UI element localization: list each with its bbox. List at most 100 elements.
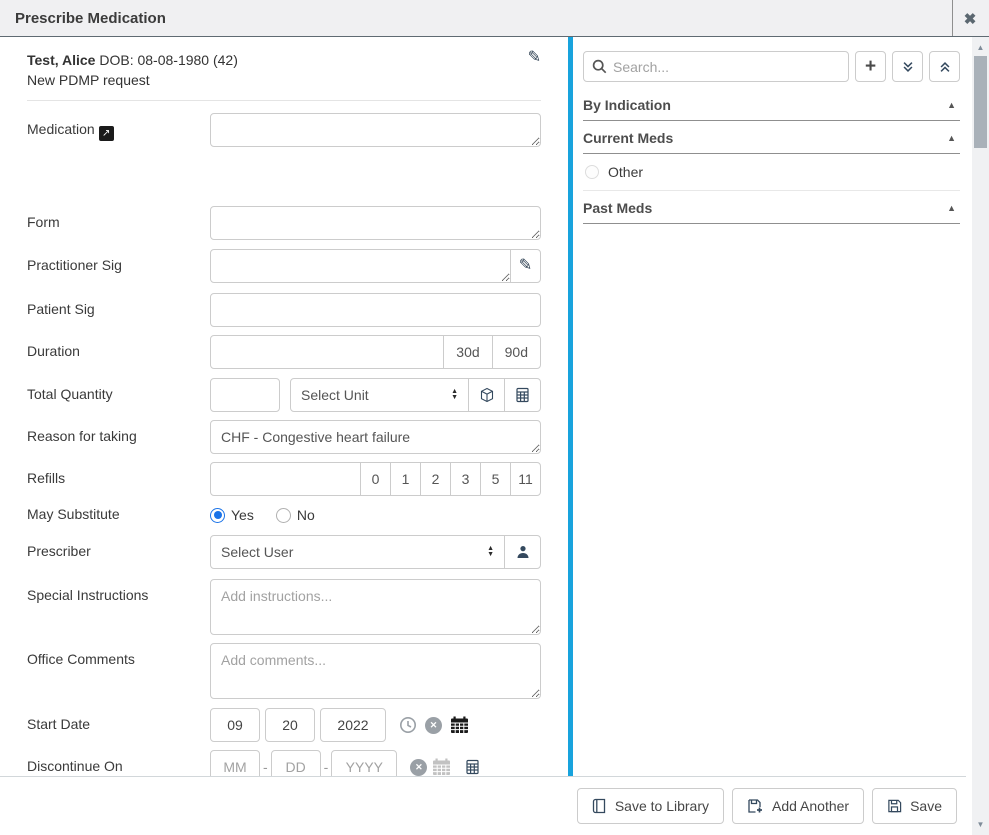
reason-input[interactable]: CHF - Congestive heart failure: [210, 420, 541, 454]
start-month-input[interactable]: [210, 708, 260, 742]
start-date-label: Start Date: [27, 708, 210, 742]
clock-icon[interactable]: [399, 716, 417, 734]
special-instructions-input[interactable]: [210, 579, 541, 635]
refills-input[interactable]: [210, 462, 361, 496]
patient-sig-input[interactable]: [210, 293, 541, 327]
clear-date-icon[interactable]: ✕: [425, 717, 442, 734]
discontinue-month-input[interactable]: [210, 750, 260, 776]
quantity-calculator-button[interactable]: [504, 378, 541, 412]
practitioner-sig-label: Practitioner Sig: [27, 249, 210, 283]
section-label: Past Meds: [583, 200, 652, 216]
date-separator: -: [324, 759, 329, 775]
refills-1-button[interactable]: 1: [390, 462, 421, 496]
patient-info: Test, Alice DOB: 08-08-1980 (42) New PDM…: [27, 50, 238, 90]
refills-0-button[interactable]: 0: [360, 462, 391, 496]
duration-90d-button[interactable]: 90d: [492, 335, 541, 369]
save-plus-icon: [747, 798, 764, 814]
save-button[interactable]: Save: [872, 788, 957, 824]
medication-popout-icon[interactable]: ↗: [99, 126, 114, 141]
save-label: Save: [910, 798, 942, 814]
item-radio[interactable]: [585, 165, 599, 179]
medication-input[interactable]: [210, 113, 541, 147]
search-input[interactable]: [613, 59, 840, 75]
total-quantity-row: Total Quantity Select Unit ▲▼: [27, 378, 541, 412]
package-lookup-button[interactable]: [468, 378, 505, 412]
may-substitute-row: May Substitute Yes No: [27, 498, 541, 523]
collapse-all-button[interactable]: [929, 51, 960, 82]
edit-patient-pencil-icon[interactable]: ✎: [528, 50, 541, 66]
substitute-yes-label: Yes: [231, 507, 254, 523]
scroll-down-icon[interactable]: ▼: [972, 820, 989, 829]
special-instructions-label: Special Instructions: [27, 579, 210, 635]
modal-title: Prescribe Medication: [15, 10, 166, 27]
scrollbar-thumb[interactable]: [974, 56, 987, 148]
item-label: Other: [608, 164, 643, 180]
patient-sig-row: Patient Sig: [27, 293, 541, 327]
duration-input[interactable]: [210, 335, 444, 369]
practitioner-sig-row: Practitioner Sig ✎: [27, 249, 541, 283]
clear-date-icon[interactable]: ✕: [410, 759, 427, 776]
refills-label: Refills: [27, 462, 210, 496]
total-quantity-label: Total Quantity: [27, 378, 210, 412]
close-icon[interactable]: ✖: [958, 7, 982, 31]
collapse-arrow-icon: ▲: [947, 100, 956, 110]
prescriber-select[interactable]: Select User ▲▼: [210, 535, 505, 569]
prescription-form-panel: Test, Alice DOB: 08-08-1980 (42) New PDM…: [0, 37, 568, 776]
add-another-label: Add Another: [772, 798, 849, 814]
refills-5-button[interactable]: 5: [480, 462, 511, 496]
office-comments-input[interactable]: [210, 643, 541, 699]
scroll-up-icon[interactable]: ▲: [972, 43, 989, 52]
refills-2-button[interactable]: 2: [420, 462, 451, 496]
user-icon: [515, 544, 531, 560]
refills-11-button[interactable]: 11: [510, 462, 541, 496]
save-to-library-label: Save to Library: [615, 798, 709, 814]
refills-row: Refills 0 1 2 3 5 11: [27, 462, 541, 496]
substitute-no-label: No: [297, 507, 315, 523]
section-label: Current Meds: [583, 130, 673, 146]
practitioner-sig-input[interactable]: [210, 249, 511, 283]
search-box: [583, 51, 849, 82]
form-input[interactable]: [210, 206, 541, 240]
start-date-row: Start Date ✕: [27, 708, 541, 742]
patient-name: Test, Alice: [27, 52, 95, 68]
substitute-no-radio[interactable]: [276, 508, 291, 523]
section-by-indication[interactable]: By Indication ▲: [583, 88, 960, 121]
choose-user-button[interactable]: [504, 535, 541, 569]
duration-30d-button[interactable]: 30d: [443, 335, 492, 369]
refills-3-button[interactable]: 3: [450, 462, 481, 496]
total-quantity-input[interactable]: [210, 378, 280, 412]
calendar-icon[interactable]: [450, 716, 469, 734]
calculator-icon: [515, 387, 530, 403]
add-another-button[interactable]: Add Another: [732, 788, 864, 824]
start-day-input[interactable]: [265, 708, 315, 742]
save-icon: [887, 798, 902, 814]
start-year-input[interactable]: [320, 708, 386, 742]
duration-calculator-icon[interactable]: [465, 759, 480, 775]
header-divider: [952, 0, 953, 36]
substitute-yes-radio[interactable]: [210, 508, 225, 523]
current-meds-item-other[interactable]: Other: [583, 154, 960, 191]
window-scrollbar[interactable]: ▲ ▼: [972, 37, 989, 835]
medication-library-sidebar: + By Indication ▲ Current Meds ▲ Other P…: [568, 37, 966, 776]
unit-select[interactable]: Select Unit ▲▼: [290, 378, 469, 412]
prescriber-select-value: Select User: [221, 544, 293, 560]
unit-select-value: Select Unit: [301, 387, 369, 403]
double-chevron-up-icon: [938, 60, 952, 74]
section-current-meds[interactable]: Current Meds ▲: [583, 121, 960, 154]
discontinue-day-input[interactable]: [271, 750, 321, 776]
expand-all-button[interactable]: [892, 51, 923, 82]
book-icon: [592, 798, 607, 814]
practitioner-sig-edit-button[interactable]: ✎: [510, 249, 541, 283]
modal-footer: Save to Library Add Another Save: [0, 776, 966, 835]
section-past-meds[interactable]: Past Meds ▲: [583, 191, 960, 224]
office-comments-label: Office Comments: [27, 643, 210, 699]
save-to-library-button[interactable]: Save to Library: [577, 788, 724, 824]
select-arrows-icon: ▲▼: [487, 546, 494, 558]
calendar-disabled-icon[interactable]: [432, 758, 451, 776]
add-medication-button[interactable]: +: [855, 51, 886, 82]
discontinue-year-input[interactable]: [331, 750, 397, 776]
pdmp-request-link[interactable]: New PDMP request: [27, 70, 238, 90]
date-separator: -: [263, 759, 268, 775]
modal-header: Prescribe Medication ✖: [0, 0, 989, 37]
divider: [27, 100, 541, 101]
